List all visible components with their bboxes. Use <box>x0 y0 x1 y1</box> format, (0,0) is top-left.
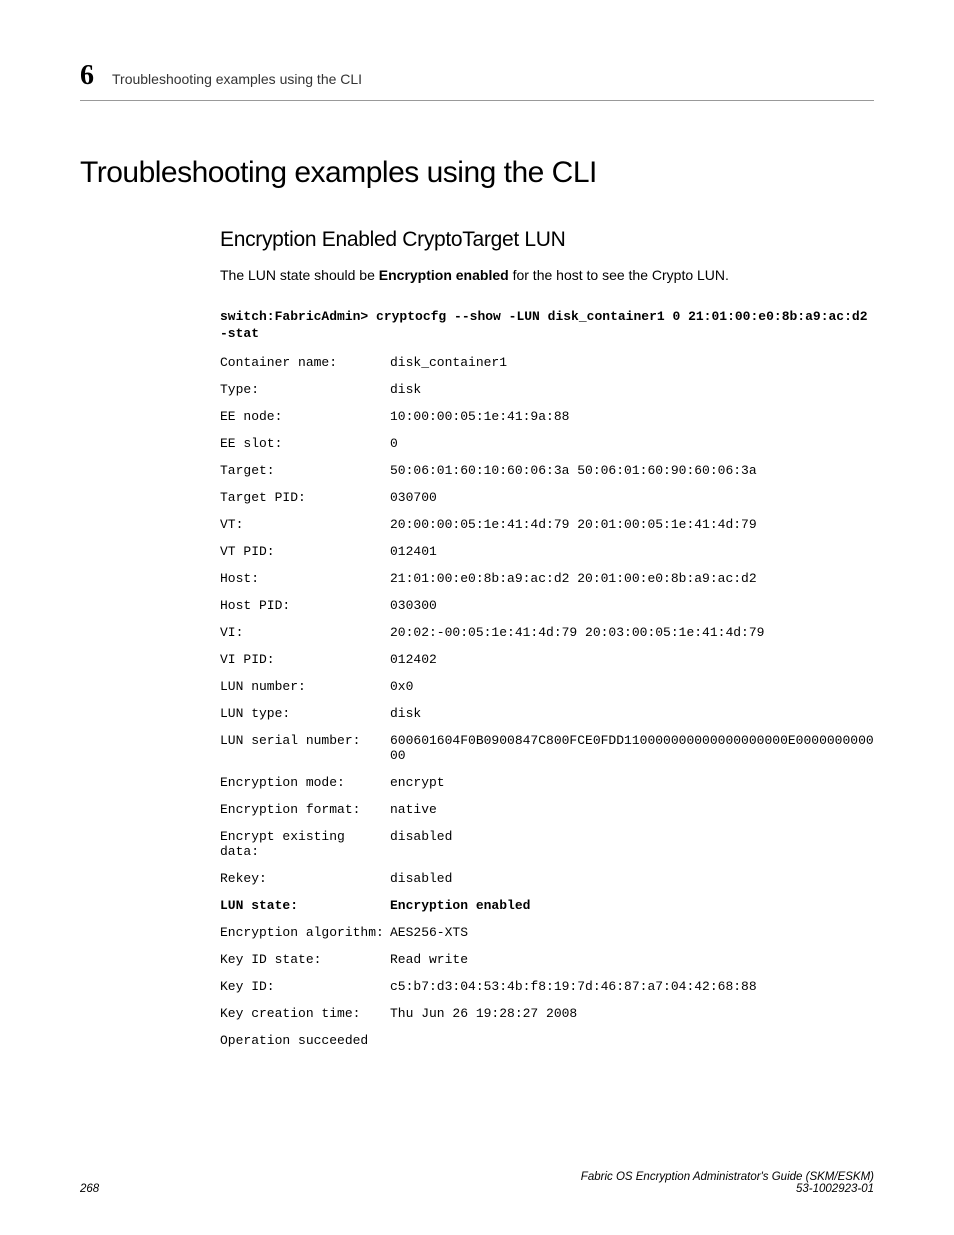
section-heading: Encryption Enabled CryptoTarget LUN <box>220 228 874 252</box>
cli-output-table: Container name:disk_container1Type:diskE… <box>220 355 874 1021</box>
output-value: native <box>390 802 874 817</box>
output-key: Target: <box>220 463 390 478</box>
output-value: disabled <box>390 871 874 886</box>
output-value: Read write <box>390 952 874 967</box>
output-key: Rekey: <box>220 871 390 886</box>
intro-post: for the host to see the Crypto LUN. <box>509 267 729 283</box>
output-row: Container name:disk_container1 <box>220 355 874 370</box>
output-key: Host: <box>220 571 390 586</box>
breadcrumb: Troubleshooting examples using the CLI <box>112 71 362 87</box>
output-row: VT:20:00:00:05:1e:41:4d:79 20:01:00:05:1… <box>220 517 874 532</box>
output-value: disk <box>390 706 874 721</box>
output-row: Target PID:030700 <box>220 490 874 505</box>
output-value: disabled <box>390 829 874 844</box>
output-row: Key creation time:Thu Jun 26 19:28:27 20… <box>220 1006 874 1021</box>
output-row: Type:disk <box>220 382 874 397</box>
output-row: Key ID:c5:b7:d3:04:53:4b:f8:19:7d:46:87:… <box>220 979 874 994</box>
output-value: 012401 <box>390 544 874 559</box>
output-value: 50:06:01:60:10:60:06:3a 50:06:01:60:90:6… <box>390 463 874 478</box>
output-value: encrypt <box>390 775 874 790</box>
output-key: Encrypt existing data: <box>220 829 390 859</box>
output-value: Thu Jun 26 19:28:27 2008 <box>390 1006 874 1021</box>
footer-doc-info: Fabric OS Encryption Administrator's Gui… <box>581 1171 874 1195</box>
chapter-number: 6 <box>80 60 94 92</box>
output-row: LUN type:disk <box>220 706 874 721</box>
page-number: 268 <box>80 1183 99 1195</box>
output-value: 030300 <box>390 598 874 613</box>
output-key: Encryption algorithm: <box>220 925 390 940</box>
output-key: LUN type: <box>220 706 390 721</box>
page-footer: 268 Fabric OS Encryption Administrator's… <box>80 1171 874 1195</box>
page: 6 Troubleshooting examples using the CLI… <box>0 0 954 1235</box>
output-value: 0 <box>390 436 874 451</box>
output-key: EE node: <box>220 409 390 424</box>
output-value: 600601604F0B0900847C800FCE0FDD1100000000… <box>390 733 874 763</box>
output-value: 10:00:00:05:1e:41:9a:88 <box>390 409 874 424</box>
output-key: Host PID: <box>220 598 390 613</box>
output-key: LUN serial number: <box>220 733 390 748</box>
output-row: Rekey:disabled <box>220 871 874 886</box>
output-row: LUN serial number:600601604F0B0900847C80… <box>220 733 874 763</box>
output-value: disk <box>390 382 874 397</box>
output-key: LUN number: <box>220 679 390 694</box>
output-key: VT PID: <box>220 544 390 559</box>
output-row: EE slot:0 <box>220 436 874 451</box>
operation-succeeded: Operation succeeded <box>220 1033 874 1048</box>
output-value: 20:00:00:05:1e:41:4d:79 20:01:00:05:1e:4… <box>390 517 874 532</box>
output-key: LUN state: <box>220 898 390 913</box>
output-value: 21:01:00:e0:8b:a9:ac:d2 20:01:00:e0:8b:a… <box>390 571 874 586</box>
output-key: Type: <box>220 382 390 397</box>
output-key: VI PID: <box>220 652 390 667</box>
output-value: 0x0 <box>390 679 874 694</box>
output-key: VI: <box>220 625 390 640</box>
output-value: c5:b7:d3:04:53:4b:f8:19:7d:46:87:a7:04:4… <box>390 979 874 994</box>
output-row: Encryption format:native <box>220 802 874 817</box>
output-row: Encryption mode:encrypt <box>220 775 874 790</box>
doc-title: Fabric OS Encryption Administrator's Gui… <box>581 1171 874 1183</box>
output-key: Key ID state: <box>220 952 390 967</box>
output-value: disk_container1 <box>390 355 874 370</box>
output-value: 030700 <box>390 490 874 505</box>
output-value: Encryption enabled <box>390 898 874 913</box>
output-row: VT PID:012401 <box>220 544 874 559</box>
output-key: Encryption mode: <box>220 775 390 790</box>
doc-id: 53-1002923-01 <box>581 1183 874 1195</box>
output-row: LUN number:0x0 <box>220 679 874 694</box>
output-row: Host PID:030300 <box>220 598 874 613</box>
output-row: LUN state:Encryption enabled <box>220 898 874 913</box>
output-row: Encryption algorithm:AES256-XTS <box>220 925 874 940</box>
output-key: Container name: <box>220 355 390 370</box>
output-key: EE slot: <box>220 436 390 451</box>
output-row: VI:20:02:-00:05:1e:41:4d:79 20:03:00:05:… <box>220 625 874 640</box>
cli-command: switch:FabricAdmin> cryptocfg --show -LU… <box>220 308 874 343</box>
output-value: AES256-XTS <box>390 925 874 940</box>
output-value: 012402 <box>390 652 874 667</box>
intro-pre: The LUN state should be <box>220 267 379 283</box>
output-key: Target PID: <box>220 490 390 505</box>
intro-bold: Encryption enabled <box>379 267 509 283</box>
page-title: Troubleshooting examples using the CLI <box>80 156 874 190</box>
output-key: Encryption format: <box>220 802 390 817</box>
output-value: 20:02:-00:05:1e:41:4d:79 20:03:00:05:1e:… <box>390 625 874 640</box>
output-key: Key ID: <box>220 979 390 994</box>
output-row: Host:21:01:00:e0:8b:a9:ac:d2 20:01:00:e0… <box>220 571 874 586</box>
output-row: Encrypt existing data:disabled <box>220 829 874 859</box>
page-header: 6 Troubleshooting examples using the CLI <box>80 60 874 101</box>
output-row: Key ID state:Read write <box>220 952 874 967</box>
output-key: Key creation time: <box>220 1006 390 1021</box>
output-row: EE node:10:00:00:05:1e:41:9a:88 <box>220 409 874 424</box>
output-row: Target:50:06:01:60:10:60:06:3a 50:06:01:… <box>220 463 874 478</box>
output-row: VI PID:012402 <box>220 652 874 667</box>
output-key: VT: <box>220 517 390 532</box>
intro-text: The LUN state should be Encryption enabl… <box>220 266 874 286</box>
